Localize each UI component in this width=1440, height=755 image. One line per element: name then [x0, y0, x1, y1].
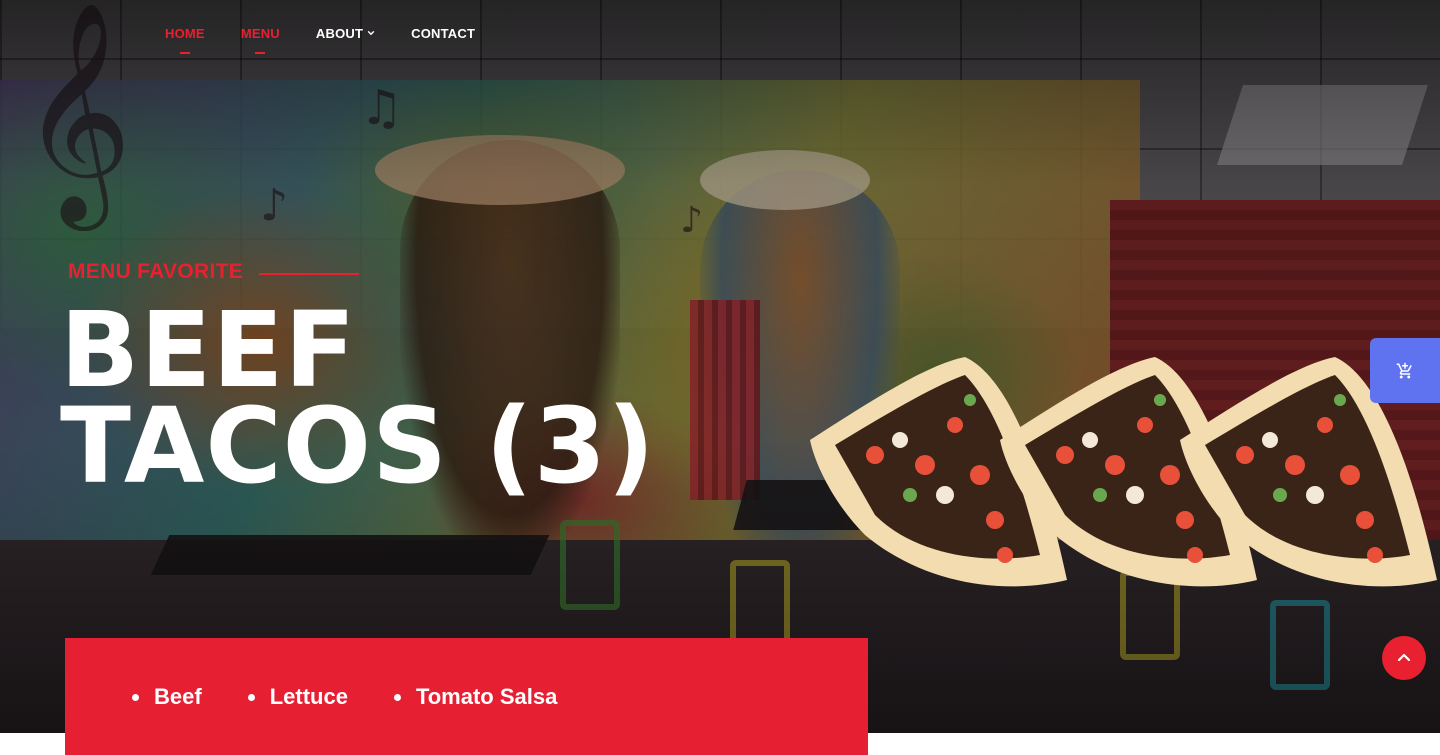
list-item: Tomato Salsa [393, 684, 558, 710]
nav-item-about[interactable]: ABOUT [316, 24, 375, 42]
ingredient-label: Tomato Salsa [415, 684, 558, 709]
ingredient-label: Lettuce [269, 684, 348, 709]
eyebrow-divider [259, 273, 359, 275]
ingredients-panel: Beef Lettuce Tomato Salsa [65, 638, 868, 755]
title-line-2: TACOS (3) [60, 385, 656, 507]
scroll-to-top-button[interactable] [1382, 636, 1426, 680]
nav-item-contact[interactable]: CONTACT [411, 24, 475, 42]
main-nav: HOME MENU ABOUT CONTACT [165, 24, 511, 42]
chevron-down-icon [367, 30, 375, 36]
bullet-icon [393, 693, 401, 701]
beef-tacos-image [810, 357, 1437, 587]
nav-item-menu[interactable]: MENU [241, 24, 280, 42]
bullet-icon [247, 693, 255, 701]
nav-item-home[interactable]: HOME [165, 24, 205, 42]
add-to-cart-button[interactable] [1370, 338, 1440, 403]
list-item: Lettuce [247, 684, 348, 710]
ingredients-list: Beef Lettuce Tomato Salsa [132, 684, 603, 710]
list-item: Beef [132, 684, 202, 710]
add-to-cart-icon [1396, 362, 1412, 378]
bullet-icon [132, 693, 139, 701]
ingredient-label: Beef [154, 684, 202, 709]
page-title: BEEF TACOS (3) [60, 298, 760, 498]
menu-favorite-label: MENU FAVORITE [68, 260, 244, 283]
nav-item-about-label: ABOUT [315, 25, 364, 41]
chevron-up-icon [1397, 653, 1411, 662]
